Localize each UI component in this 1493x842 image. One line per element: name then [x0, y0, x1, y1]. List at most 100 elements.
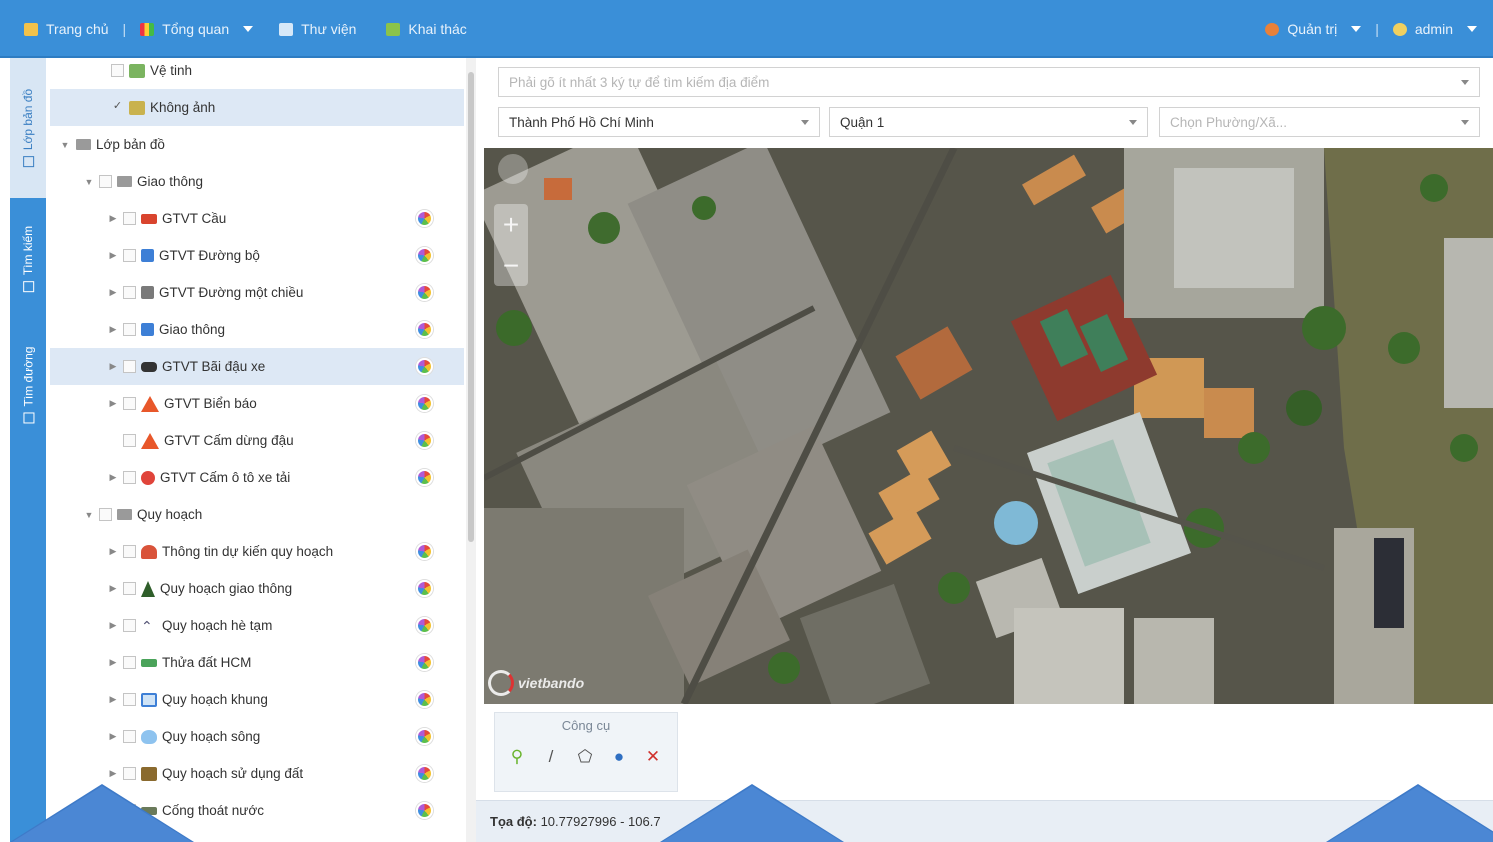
- river-icon: [141, 729, 157, 744]
- expand-arrow-icon[interactable]: ▶: [108, 583, 118, 594]
- expand-arrow-icon[interactable]: ▶: [108, 768, 118, 779]
- close-icon[interactable]: ✕: [643, 747, 663, 767]
- checkbox[interactable]: [123, 397, 136, 410]
- compass-icon[interactable]: [498, 154, 528, 184]
- tree-row-bridge[interactable]: ▶ GTVT Cầu: [50, 200, 464, 237]
- ward-select-placeholder: Chọn Phường/Xã...: [1170, 114, 1287, 130]
- nav-overview[interactable]: Tổng quan: [140, 21, 254, 37]
- color-picker-icon[interactable]: [416, 617, 433, 634]
- color-picker-icon[interactable]: [416, 395, 433, 412]
- checkbox[interactable]: [123, 360, 136, 373]
- expand-arrow-icon[interactable]: ▶: [108, 620, 118, 631]
- tree-row-aerial[interactable]: ✓ Không ảnh: [50, 89, 464, 126]
- expand-arrow-icon[interactable]: ▶: [108, 694, 118, 705]
- checkbox[interactable]: [123, 582, 136, 595]
- logo-swirl-icon: [488, 670, 514, 696]
- checkbox[interactable]: [123, 619, 136, 632]
- color-picker-icon[interactable]: [416, 321, 433, 338]
- expand-arrow-icon[interactable]: ▶: [108, 287, 118, 298]
- color-picker-icon[interactable]: [416, 654, 433, 671]
- line-draw-icon[interactable]: /: [541, 747, 561, 767]
- checkbox[interactable]: [123, 471, 136, 484]
- tab-map-layers[interactable]: Lớp bản đồ: [10, 58, 46, 198]
- color-picker-icon[interactable]: [416, 210, 433, 227]
- checkbox[interactable]: [123, 286, 136, 299]
- nav-exploit[interactable]: Khai thác: [386, 21, 467, 37]
- expand-arrow-icon[interactable]: ▶: [108, 361, 118, 372]
- expand-arrow-icon[interactable]: ▶: [108, 472, 118, 483]
- collapse-arrow-icon[interactable]: ▼: [84, 177, 94, 187]
- checkbox[interactable]: [111, 64, 124, 77]
- expand-arrow-icon[interactable]: ▶: [108, 546, 118, 557]
- district-select[interactable]: Quận 1: [829, 107, 1148, 137]
- tree-row-map-layers[interactable]: ▼ Lớp bản đồ: [50, 126, 464, 163]
- nav-user[interactable]: admin: [1392, 21, 1477, 37]
- tree-row-temporary-sidewalk[interactable]: ▶ ⌃ Quy hoạch hè tạm: [50, 607, 464, 644]
- checkbox[interactable]: [99, 508, 112, 521]
- expand-arrow-icon[interactable]: ▶: [108, 657, 118, 668]
- color-picker-icon[interactable]: [416, 247, 433, 264]
- nav-admin-menu[interactable]: Quản trị: [1265, 21, 1362, 37]
- info-icon[interactable]: ●: [609, 747, 629, 767]
- checkbox[interactable]: [123, 656, 136, 669]
- color-picker-icon[interactable]: [416, 728, 433, 745]
- city-select[interactable]: Thành Phố Hồ Chí Minh: [498, 107, 820, 137]
- tree-row-signs[interactable]: ▶ GTVT Biển báo: [50, 385, 464, 422]
- place-search-input[interactable]: Phải gõ ít nhất 3 ký tự để tìm kiếm địa …: [498, 67, 1480, 97]
- zoom-out-button[interactable]: −: [494, 245, 528, 286]
- tree-row-transport-group[interactable]: ▼ Giao thông: [50, 163, 464, 200]
- tree-row-river-planning[interactable]: ▶ Quy hoạch sông: [50, 718, 464, 755]
- color-picker-icon[interactable]: [416, 765, 433, 782]
- tree-row-road[interactable]: ▶ GTVT Đường bộ: [50, 237, 464, 274]
- scrollbar-thumb[interactable]: [468, 72, 474, 542]
- nav-home[interactable]: Trang chủ: [24, 21, 109, 37]
- checkbox-checked[interactable]: ✓: [111, 101, 124, 114]
- polygon-draw-icon[interactable]: ⬠: [575, 747, 595, 767]
- checkbox[interactable]: [123, 323, 136, 336]
- map-marker-icon[interactable]: ⚲: [507, 747, 527, 767]
- color-picker-icon[interactable]: [416, 691, 433, 708]
- checkbox[interactable]: [123, 434, 136, 447]
- tree-row-land-parcel[interactable]: ▶ Thửa đất HCM: [50, 644, 464, 681]
- checkbox[interactable]: [123, 249, 136, 262]
- checkbox[interactable]: [123, 545, 136, 558]
- color-picker-icon[interactable]: [416, 469, 433, 486]
- zoom-in-button[interactable]: +: [494, 204, 528, 245]
- tree-row-satellite[interactable]: Vệ tinh: [50, 58, 464, 89]
- checkbox[interactable]: [123, 730, 136, 743]
- map-view[interactable]: + − vietbando: [484, 148, 1493, 704]
- tree-scrollbar[interactable]: [466, 58, 476, 842]
- tree-row-planning-info[interactable]: ▶ Thông tin dự kiến quy hoạch: [50, 533, 464, 570]
- tree-row-planning-group[interactable]: ▼ Quy hoạch: [50, 496, 464, 533]
- expand-arrow-icon[interactable]: ▶: [108, 731, 118, 742]
- expand-arrow-icon[interactable]: ▶: [108, 250, 118, 261]
- tab-search[interactable]: Tìm kiếm: [10, 198, 46, 320]
- nav-library[interactable]: Thư viện: [279, 21, 356, 37]
- tree-row-framework-planning[interactable]: ▶ Quy hoạch khung: [50, 681, 464, 718]
- color-picker-icon[interactable]: [416, 802, 433, 819]
- tab-directions[interactable]: Tìm đường: [10, 320, 46, 450]
- tree-row-parking[interactable]: ▶ GTVT Bãi đậu xe: [50, 348, 464, 385]
- collapse-arrow-icon[interactable]: ▼: [84, 510, 94, 520]
- collapse-arrow-icon[interactable]: ▼: [60, 140, 70, 150]
- checkbox[interactable]: [99, 175, 112, 188]
- color-picker-icon[interactable]: [416, 358, 433, 375]
- expand-arrow-icon[interactable]: ▶: [108, 213, 118, 224]
- color-picker-icon[interactable]: [416, 543, 433, 560]
- checkbox[interactable]: [123, 767, 136, 780]
- checkbox[interactable]: [123, 693, 136, 706]
- tree-row-one-way[interactable]: ▶ GTVT Đường một chiều: [50, 274, 464, 311]
- color-picker-icon[interactable]: [416, 284, 433, 301]
- color-picker-icon[interactable]: [416, 580, 433, 597]
- color-picker-icon[interactable]: [416, 432, 433, 449]
- expand-arrow-icon[interactable]: ▶: [108, 324, 118, 335]
- nav-right: Quản trị | admin: [1265, 0, 1477, 58]
- tree-row-no-trucks[interactable]: ▶ GTVT Cấm ô tô xe tải: [50, 459, 464, 496]
- checkbox[interactable]: [123, 212, 136, 225]
- aerial-imagery: [484, 148, 1493, 704]
- tree-row-transport-planning[interactable]: ▶ Quy hoạch giao thông: [50, 570, 464, 607]
- expand-arrow-icon[interactable]: ▶: [108, 398, 118, 409]
- tree-row-no-parking[interactable]: GTVT Cấm dừng đậu: [50, 422, 464, 459]
- ward-select[interactable]: Chọn Phường/Xã...: [1159, 107, 1480, 137]
- tree-row-traffic[interactable]: ▶ Giao thông: [50, 311, 464, 348]
